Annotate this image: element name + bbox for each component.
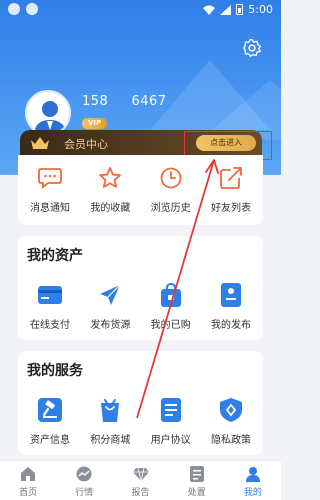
diamond-icon [132, 467, 149, 482]
tab-mine[interactable]: 我的 [225, 461, 281, 500]
tab-label: 首页 [19, 488, 38, 498]
my-services-card: 我的服务 资产信息 积分商城 用户协议 隐私政策 [18, 351, 263, 455]
crown-icon [31, 137, 49, 149]
tab-label: 报告 [131, 488, 150, 498]
service-asset-info[interactable]: 资产信息 [20, 397, 80, 446]
section-title: 我的服务 [27, 363, 83, 379]
section-title: 我的资产 [27, 248, 83, 264]
my-assets-card: 我的资产 在线支付 发布货源 我的已购 我的发布 [18, 236, 263, 340]
document-icon [160, 398, 181, 422]
tab-home[interactable]: 首页 [0, 461, 56, 500]
vip-badge: VIP [82, 118, 108, 129]
notification-icon [8, 3, 20, 15]
user-phone: 158 6467 [82, 94, 167, 109]
quick-action-history[interactable]: 浏览历史 [141, 165, 201, 214]
shield-icon [219, 398, 242, 422]
share-icon [220, 167, 242, 189]
battery-icon [236, 4, 244, 15]
member-center-title: 会员中心 [64, 138, 108, 151]
bottom-tab-bar: 首页 行情 报告 处置 我的 [0, 460, 281, 500]
home-icon [21, 467, 36, 481]
quick-action-friends[interactable]: 好友列表 [201, 165, 261, 214]
notification-icon [26, 3, 38, 15]
tab-market[interactable]: 行情 [56, 461, 112, 500]
card-icon [38, 286, 62, 304]
service-user-agreement[interactable]: 用户协议 [141, 397, 201, 446]
gavel-icon [38, 398, 62, 422]
service-label: 用户协议 [150, 435, 191, 446]
bag-icon [101, 399, 120, 422]
tab-disposal[interactable]: 处置 [169, 461, 225, 500]
service-points-mall[interactable]: 积分商城 [80, 397, 140, 446]
signal-icon [220, 4, 232, 15]
tab-label: 我的 [243, 488, 262, 498]
chart-icon [76, 466, 92, 482]
status-bar: 5:00 [0, 0, 281, 20]
service-privacy-policy[interactable]: 隐私政策 [201, 397, 261, 446]
service-label: 资产信息 [30, 435, 70, 446]
status-time: 5:00 [248, 3, 273, 16]
shopping-bag-icon [160, 283, 181, 307]
quick-action-label: 消息通知 [30, 203, 70, 214]
asset-label: 我的已购 [150, 320, 191, 331]
service-label: 积分商城 [90, 435, 131, 446]
settings-gear-icon[interactable] [242, 38, 262, 58]
asset-my-posts[interactable]: 我的发布 [201, 282, 261, 331]
tab-label: 行情 [75, 488, 94, 498]
user-icon [245, 467, 260, 482]
asset-label: 发布货源 [90, 320, 131, 331]
service-label: 隐私政策 [210, 435, 251, 446]
quick-action-label: 浏览历史 [150, 203, 191, 214]
quick-action-label: 我的收藏 [90, 203, 131, 214]
clock-icon [160, 167, 182, 189]
quick-action-favorites[interactable]: 我的收藏 [80, 165, 140, 214]
quick-action-messages[interactable]: 消息通知 [20, 165, 80, 214]
list-icon [189, 466, 204, 482]
send-icon [100, 284, 121, 305]
asset-my-purchases[interactable]: 我的已购 [141, 282, 201, 331]
id-card-icon [220, 283, 241, 307]
asset-publish-goods[interactable]: 发布货源 [80, 282, 140, 331]
tab-report[interactable]: 报告 [112, 461, 168, 500]
quick-actions-card: 消息通知 我的收藏 浏览历史 好友列表 [18, 155, 263, 225]
wifi-icon [203, 5, 216, 15]
message-icon [38, 168, 62, 189]
star-icon [99, 167, 122, 188]
asset-label: 在线支付 [30, 320, 70, 331]
asset-label: 我的发布 [210, 320, 251, 331]
asset-online-payment[interactable]: 在线支付 [20, 282, 80, 331]
tab-label: 处置 [187, 488, 206, 498]
quick-action-label: 好友列表 [210, 203, 251, 214]
